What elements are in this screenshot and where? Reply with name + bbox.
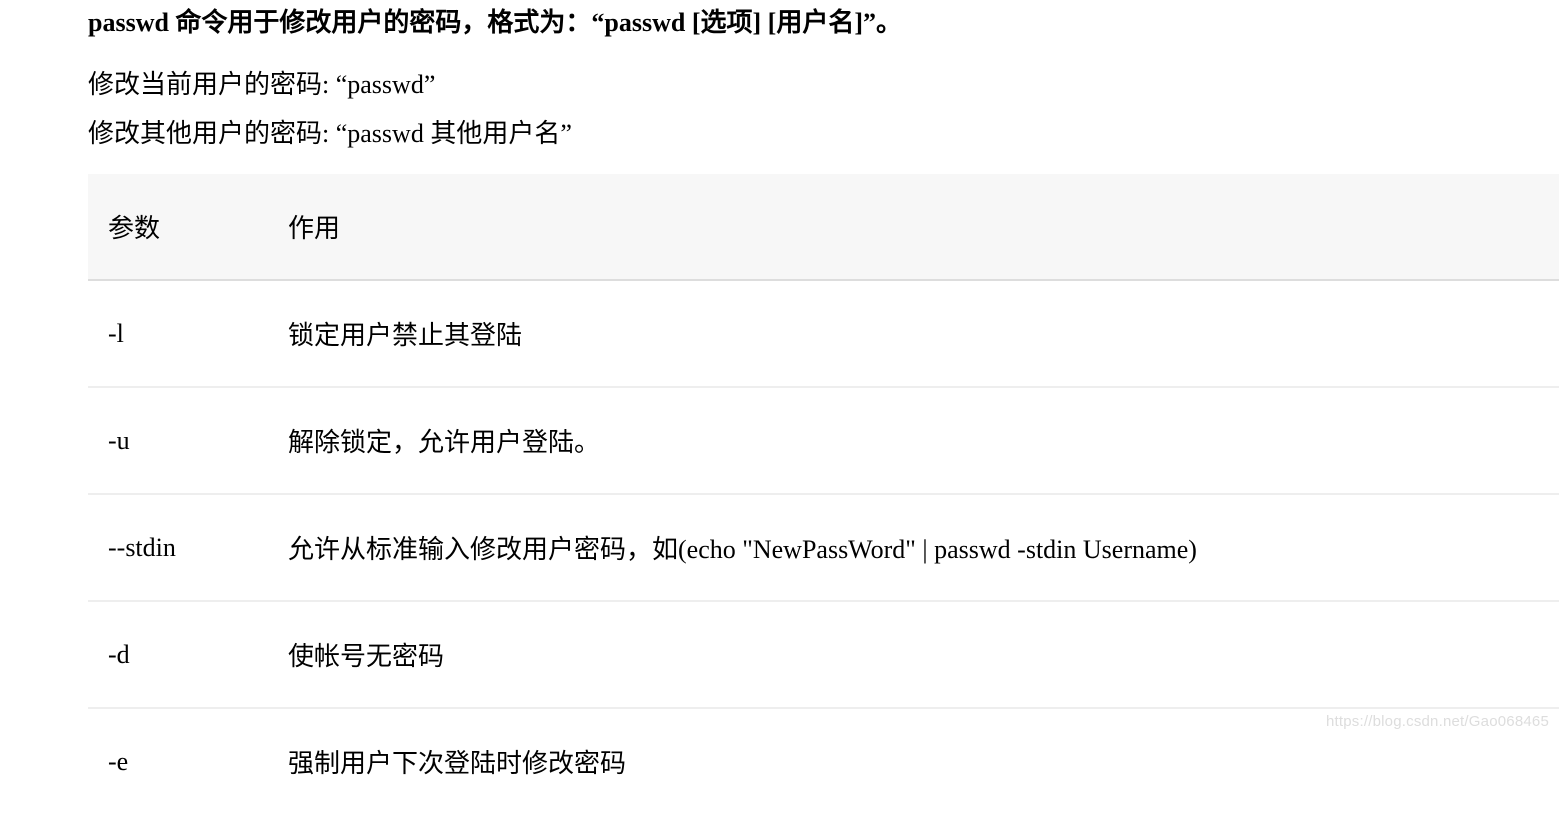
command-heading: passwd 命令用于修改用户的密码，格式为：“passwd [选项] [用户名… (88, 2, 1559, 44)
table-row: --stdin 允许从标准输入修改用户密码，如(echo "NewPassWor… (88, 494, 1559, 601)
header-desc: 作用 (268, 174, 1559, 280)
cell-param: -u (88, 387, 268, 494)
watermark-text: https://blog.csdn.net/Gao068465 (1326, 713, 1549, 730)
cell-param: -e (88, 708, 268, 814)
header-param: 参数 (88, 174, 268, 280)
table-row: -l 锁定用户禁止其登陆 (88, 280, 1559, 387)
table-header-row: 参数 作用 (88, 174, 1559, 280)
usage-line-1: 修改当前用户的密码: “passwd” (88, 60, 1559, 109)
cell-desc: 使帐号无密码 (268, 601, 1559, 708)
cell-desc: 锁定用户禁止其登陆 (268, 280, 1559, 387)
cell-desc: 允许从标准输入修改用户密码，如(echo "NewPassWord" | pas… (268, 494, 1559, 601)
usage-line-2: 修改其他用户的密码: “passwd 其他用户名” (88, 109, 1559, 158)
document-content: passwd 命令用于修改用户的密码，格式为：“passwd [选项] [用户名… (0, 0, 1559, 814)
cell-param: -l (88, 280, 268, 387)
cell-desc: 解除锁定，允许用户登陆。 (268, 387, 1559, 494)
cell-param: -d (88, 601, 268, 708)
cell-param: --stdin (88, 494, 268, 601)
table-row: -u 解除锁定，允许用户登陆。 (88, 387, 1559, 494)
table-row: -d 使帐号无密码 (88, 601, 1559, 708)
